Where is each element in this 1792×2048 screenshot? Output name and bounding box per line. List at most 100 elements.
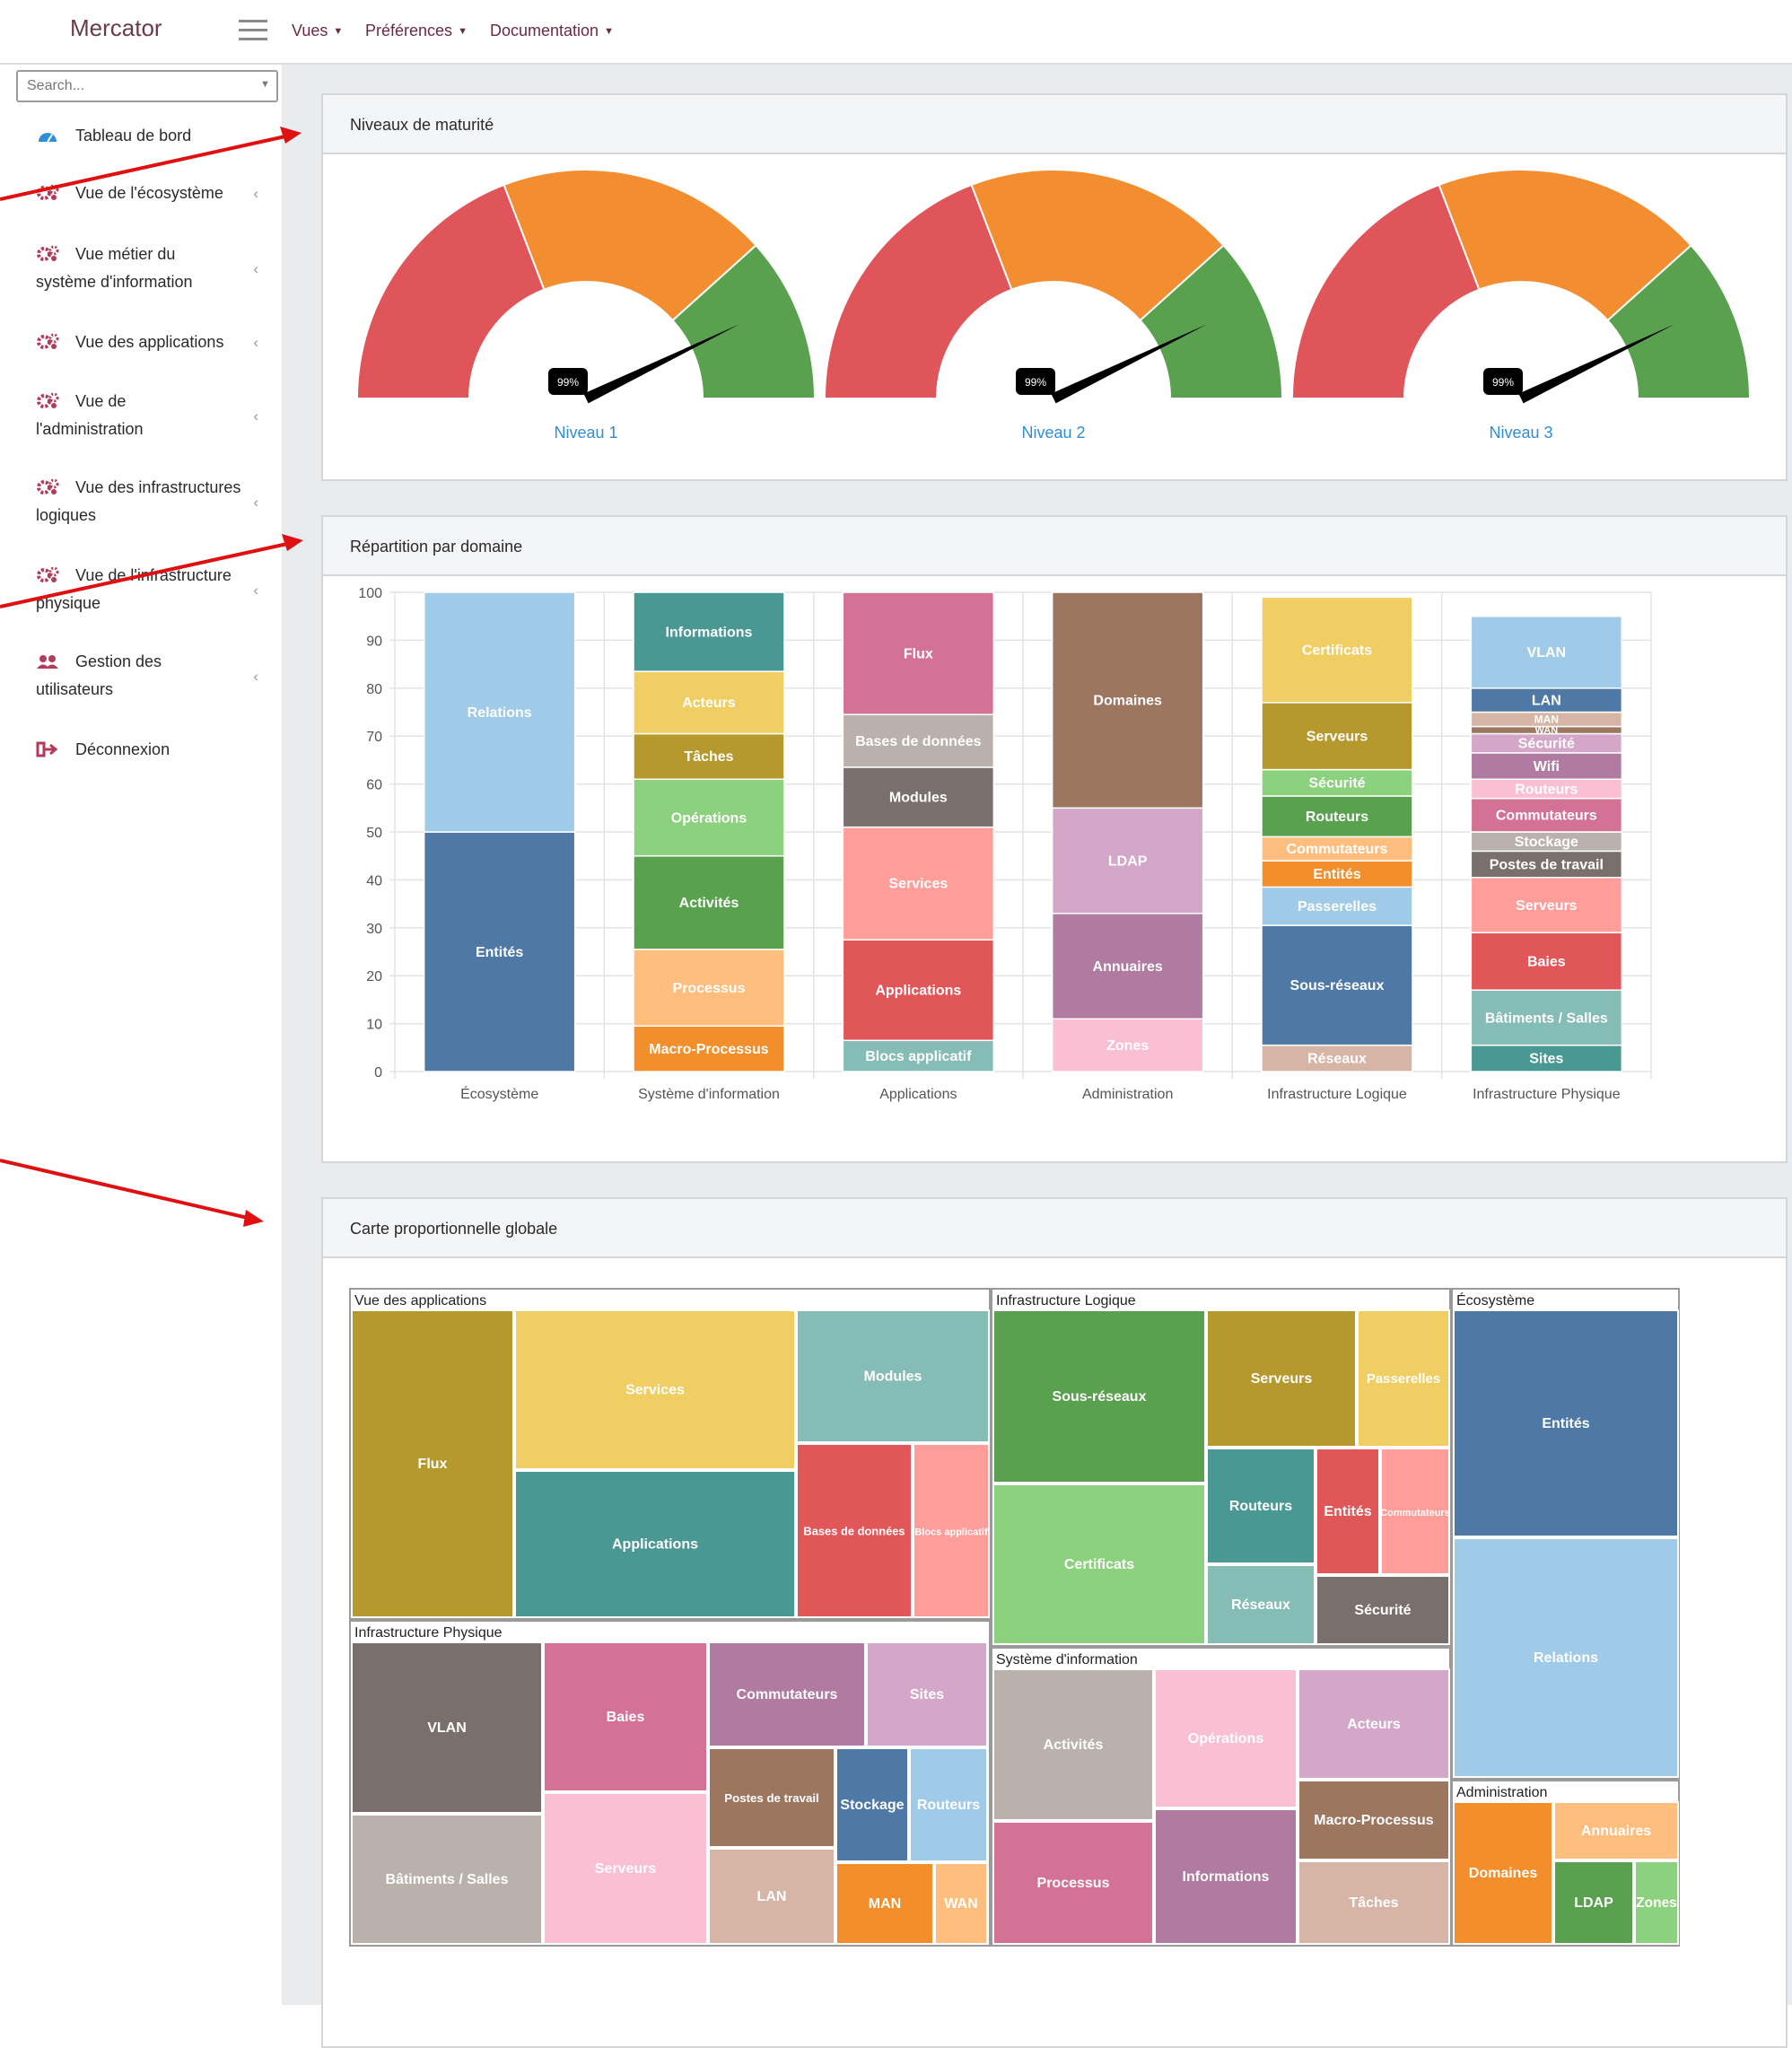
bar-segment-label: Réseaux — [1307, 1052, 1367, 1067]
brand-logo[interactable]: Mercator — [70, 14, 162, 42]
chevron-left-icon: ‹ — [253, 185, 258, 202]
bar-segment-label: Commutateurs — [1496, 809, 1597, 824]
treemap-cell-label: Commutateurs — [737, 1687, 838, 1702]
sidebar-item-label: Vue des infrastructures logiques — [36, 478, 241, 524]
treemap-cell-label: Applications — [612, 1537, 698, 1553]
bar-segment-label: LDAP — [1108, 853, 1148, 869]
main-content: Niveaux de maturité 99% 99% 99% Niveau 1 N… — [282, 65, 1792, 2048]
menu-preferences[interactable]: Préférences ▼ — [365, 22, 468, 40]
x-tick-label: Administration — [1082, 1087, 1173, 1102]
treemap-card: Carte proportionnelle globale Vue des ap… — [321, 1197, 1788, 2048]
treemap-cell-label: MAN — [869, 1896, 901, 1912]
sidebar-item-ecosystem[interactable]: Vue de l'écosystème ‹ — [36, 179, 278, 207]
chevron-left-icon: ‹ — [253, 407, 258, 424]
sidebar-item-dashboard[interactable]: Tableau de bord — [36, 122, 278, 150]
cogs-icon — [37, 333, 59, 349]
cogs-icon — [37, 478, 59, 494]
treemap-group-title: Infrastructure Physique — [354, 1625, 503, 1641]
bar-segment-label: Bases de données — [855, 734, 982, 749]
sidebar-item-physical-infra-view[interactable]: Vue de l'infrastructure physique ‹ — [36, 562, 278, 617]
treemap-group-title: Système d'information — [996, 1652, 1138, 1667]
y-tick-label: 90 — [366, 634, 382, 649]
maturity-gauges: 99% 99% 99% — [355, 169, 1752, 404]
bar-segment-label: Tâches — [684, 749, 733, 765]
search-dropdown-caret-icon[interactable]: ▼ — [260, 79, 270, 90]
treemap-cell-label: Commutateurs — [1380, 1508, 1450, 1518]
bar-segment-label: LAN — [1532, 693, 1561, 708]
y-tick-label: 60 — [366, 778, 382, 793]
y-tick-label: 100 — [358, 586, 382, 601]
treemap-cell-label: VLAN — [427, 1720, 467, 1736]
treemap-cell-label: Stockage — [840, 1798, 904, 1813]
bar-segment-label: Applications — [875, 984, 961, 999]
bar-segment-label: Entités — [1313, 867, 1360, 882]
chevron-left-icon: ‹ — [253, 668, 258, 685]
treemap-cell-label: Processus — [1037, 1876, 1110, 1891]
gauge-label-niveau-3[interactable]: Niveau 3 — [1431, 424, 1611, 442]
treemap-cell-label: Sous-réseaux — [1053, 1389, 1147, 1405]
gauge-label-niveau-1[interactable]: Niveau 1 — [496, 424, 676, 442]
treemap-cell-label: Sécurité — [1354, 1603, 1411, 1618]
bar-segment-label: Sécurité — [1308, 776, 1365, 792]
treemap-card-title: Carte proportionnelle globale — [350, 1220, 558, 1238]
treemap-cell-label: Bâtiments / Salles — [386, 1872, 509, 1887]
sidebar-item-administration-view[interactable]: Vue de l'administration ‹ — [36, 388, 278, 443]
treemap-cell-label: Serveurs — [1251, 1371, 1313, 1387]
y-tick-label: 20 — [366, 969, 382, 985]
caret-down-icon: ▼ — [604, 26, 614, 37]
logout-icon — [36, 741, 58, 757]
treemap-cell-label: Réseaux — [1231, 1597, 1290, 1613]
menu-vues-label: Vues — [292, 22, 328, 39]
treemap-cell-label: Blocs applicatif — [914, 1527, 988, 1538]
menu-documentation[interactable]: Documentation ▼ — [490, 22, 614, 40]
bar-segment-label: Baies — [1527, 955, 1566, 970]
treemap-cell-label: LAN — [757, 1889, 787, 1904]
y-tick-label: 70 — [366, 730, 382, 745]
sidebar-item-label: Vue de l'écosystème — [75, 184, 223, 202]
treemap-cell-label: Services — [625, 1383, 685, 1398]
bar-segment-label: Annuaires — [1093, 959, 1163, 975]
bar-segment-label: Stockage — [1515, 835, 1578, 850]
treemap-cell-label: Flux — [418, 1457, 448, 1472]
bar-segment-label: Postes de travail — [1490, 857, 1604, 872]
sidebar-item-label: Vue de l'infrastructure physique — [36, 566, 232, 612]
sidebar-item-logical-infra-view[interactable]: Vue des infrastructures logiques ‹ — [36, 474, 278, 530]
bar-segment-label: Modules — [889, 791, 948, 806]
bar-segment-label: Opérations — [671, 810, 747, 826]
domain-distribution-card: Répartition par domaine 0 10 20 30 40 50 60 70 8… — [321, 515, 1788, 1163]
sidebar-item-business-view[interactable]: Vue métier du système d'information ‹ — [36, 241, 278, 296]
bar-segment-label: Wifi — [1534, 759, 1560, 775]
bar-segment-label: Services — [888, 877, 948, 892]
treemap-cell-label: Entités — [1542, 1416, 1589, 1431]
y-tick-label: 50 — [366, 826, 382, 841]
treemap-group-title: Vue des applications — [354, 1293, 486, 1308]
bar-segment-label: Processus — [673, 981, 746, 996]
sidebar-item-logout[interactable]: Déconnexion — [36, 736, 278, 764]
menu-vues[interactable]: Vues ▼ — [292, 22, 343, 40]
sidebar-item-label: Vue des applications — [75, 333, 224, 351]
gauge-label-niveau-2[interactable]: Niveau 2 — [964, 424, 1143, 442]
treemap-group-title: Administration — [1456, 1785, 1547, 1800]
bar-segment-label: MAN — [1534, 713, 1559, 726]
treemap-cell-label: Serveurs — [595, 1861, 657, 1877]
maturity-card-header: Niveaux de maturité — [323, 95, 1786, 154]
treemap-cell-label: Routeurs — [917, 1798, 980, 1813]
bar-segment-label: Flux — [904, 646, 933, 661]
sidebar-item-users[interactable]: Gestion des utilisateurs ‹ — [36, 648, 278, 704]
menu-preferences-label: Préférences — [365, 22, 453, 39]
bar-segment-label: Zones — [1106, 1038, 1149, 1054]
bar-segment-label: Certificats — [1302, 643, 1372, 658]
bar-segment-label: Commutateurs — [1287, 842, 1388, 857]
sidebar-search-input[interactable] — [16, 70, 278, 102]
caret-down-icon: ▼ — [333, 26, 344, 37]
sidebar-item-applications-view[interactable]: Vue des applications ‹ — [36, 328, 278, 356]
hamburger-menu-icon[interactable] — [239, 20, 267, 41]
sidebar: ▼ Tableau de bord Vue de l'écosystème ‹ … — [0, 65, 282, 2005]
bar-segment-label: Acteurs — [682, 696, 736, 711]
treemap-cell-label: Sites — [910, 1687, 944, 1702]
y-tick-label: 30 — [366, 922, 382, 937]
domain-card-header: Répartition par domaine — [323, 517, 1786, 576]
bar-segment-label: Bâtiments / Salles — [1485, 1011, 1608, 1026]
x-tick-label: Système d'information — [638, 1087, 780, 1102]
treemap-cell-label: Routeurs — [1229, 1499, 1292, 1514]
